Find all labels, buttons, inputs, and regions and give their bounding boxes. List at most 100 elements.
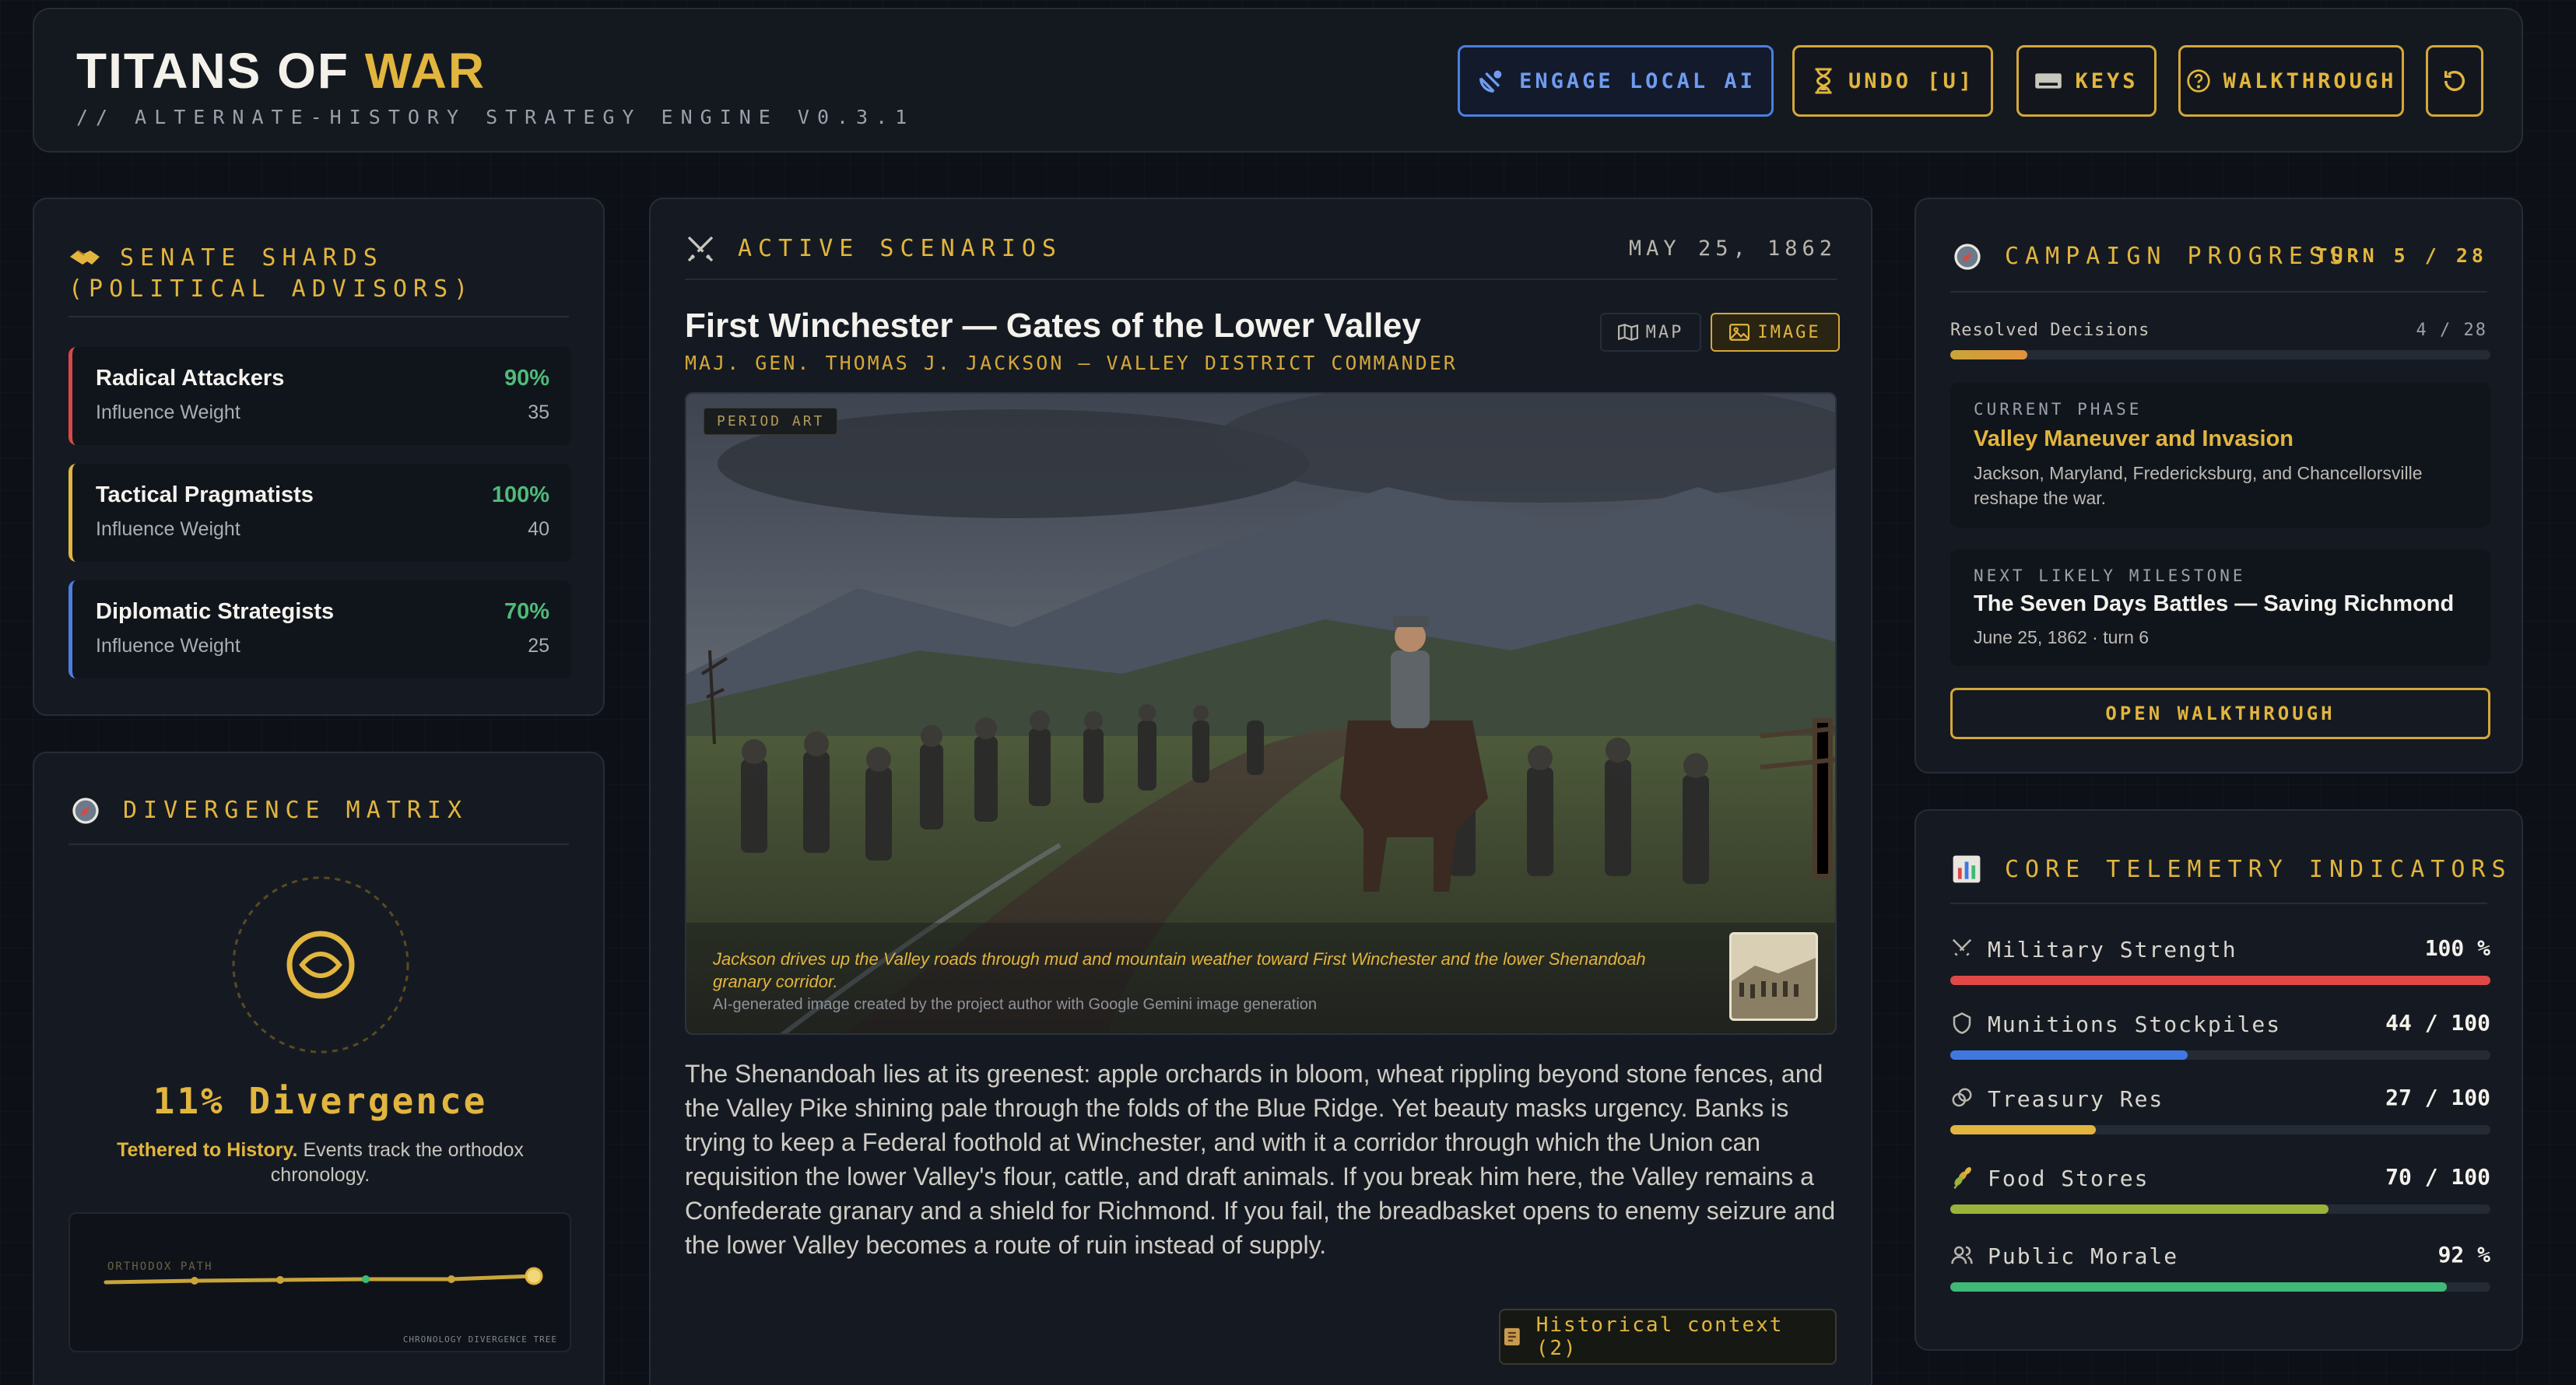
help-circle-icon: [2186, 69, 2210, 93]
telemetry-name: Munitions Stockpiles: [1988, 1012, 2282, 1037]
campaign-panel: CAMPAIGN PROGRESS TURN 5 / 28 Resolved D…: [1914, 198, 2523, 773]
keys-label: KEYS: [2075, 68, 2139, 93]
telemetry-fill: [1950, 1204, 2329, 1214]
telemetry-track: [1950, 1282, 2490, 1292]
telemetry-track: [1950, 1050, 2490, 1060]
walkthrough-label: WALKTHROUGH: [2223, 68, 2397, 93]
divergence-title: DIVERGENCE MATRIX: [123, 797, 469, 824]
scenario-image-art: [686, 394, 1835, 1033]
divergence-panel: DIVERGENCE MATRIX 11% Divergence Tethere…: [33, 752, 605, 1385]
satellite-dish-icon: [1479, 70, 1502, 93]
app-header: TITANS OF WAR // ALTERNATE-HISTORY STRAT…: [33, 8, 2523, 153]
telemetry-fill: [1950, 1282, 2448, 1292]
image-badge: PERIOD ART: [704, 408, 838, 435]
telemetry-value: 27 / 100: [2385, 1085, 2490, 1110]
engage-ai-button[interactable]: ENGAGE LOCAL AI: [1458, 45, 1774, 117]
divergence-tree: ORTHODOX PATH CHRONOLOGY DIVERGENCE TREE: [68, 1212, 571, 1352]
image-icon: [1729, 324, 1750, 341]
next-milestone-card: NEXT LIKELY MILESTONE The Seven Days Bat…: [1950, 549, 2490, 666]
senate-title: SENATE SHARDS (POLITICAL ADVISORS): [68, 244, 475, 303]
scenario-date: MAY 25, 1862: [1628, 237, 1837, 261]
telemetry-track: [1950, 976, 2490, 985]
current-phase-card: CURRENT PHASE Valley Maneuver and Invasi…: [1950, 383, 2490, 528]
crossed-swords-icon: [687, 236, 714, 262]
telemetry-value: 70 / 100: [2385, 1164, 2490, 1190]
reset-button[interactable]: [2426, 45, 2483, 117]
resolved-label: Resolved Decisions: [1950, 321, 2150, 340]
scenario-commander: MAJ. GEN. THOMAS J. JACKSON — VALLEY DIS…: [685, 352, 1458, 374]
telemetry-name: Treasury Res: [1988, 1086, 2164, 1112]
scenarios-divider: [685, 279, 1837, 280]
divergence-tree-caption: CHRONOLOGY DIVERGENCE TREE: [402, 1334, 557, 1345]
advisor-name: Diplomatic Strategists: [96, 599, 335, 624]
senate-divider: [68, 316, 569, 317]
campaign-title: CAMPAIGN PROGRESS: [2005, 243, 2350, 270]
telemetry-name: Public Morale: [1988, 1243, 2179, 1269]
app-title: TITANS OF WAR: [76, 43, 486, 99]
telemetry-public-morale: Public Morale 92 %: [1950, 1236, 2490, 1306]
map-icon: [1617, 324, 1638, 341]
telemetry-panel: CORE TELEMETRY INDICATORS Military Stren…: [1914, 809, 2523, 1351]
bar-chart-icon: [1953, 855, 1981, 883]
divergence-value: 11% Divergence: [153, 1080, 488, 1122]
campaign-turn: TURN 5 / 28: [2315, 244, 2487, 267]
advisor-radical-attackers[interactable]: Radical Attackers Influence Weight 90% 3…: [68, 347, 571, 445]
hourglass-icon: [1815, 68, 1832, 94]
telemetry-food-stores: Food Stores 70 / 100: [1950, 1158, 2490, 1228]
next-milestone-title: The Seven Days Battles — Saving Richmond: [1974, 591, 2455, 616]
telemetry-treasury-res: Treasury Res 27 / 100: [1950, 1078, 2490, 1148]
divergence-status: Tethered to History. Events track the or…: [81, 1138, 560, 1187]
undo-button[interactable]: UNDO [U]: [1792, 45, 1993, 117]
divergence-status-bold: Tethered to History.: [117, 1139, 298, 1161]
advisor-diplomatic-strategists[interactable]: Diplomatic Strategists Influence Weight …: [68, 580, 571, 678]
advisor-name: Tactical Pragmatists: [96, 482, 314, 507]
advisor-pct: 90%: [504, 366, 549, 391]
current-phase-desc: Jackson, Maryland, Fredericksburg, and C…: [1974, 463, 2423, 508]
scenarios-title: ACTIVE SCENARIOS: [738, 235, 1062, 262]
historical-context-label: Historical context (2): [1535, 1313, 1784, 1360]
advisor-weight: 25: [528, 635, 549, 657]
divergence-divider: [68, 843, 569, 845]
engage-ai-label: ENGAGE LOCAL AI: [1519, 68, 1756, 93]
telemetry-track: [1950, 1125, 2490, 1134]
telemetry-munitions-stockpiles: Munitions Stockpiles 44 / 100: [1950, 1004, 2490, 1074]
resolved-track: [1950, 350, 2490, 359]
image-caption: Jackson drives up the Valley roads throu…: [713, 949, 1646, 991]
advisor-tactical-pragmatists[interactable]: Tactical Pragmatists Influence Weight 10…: [68, 464, 571, 562]
telemetry-fill: [1950, 1125, 2097, 1134]
advisor-sub: Influence Weight: [96, 635, 240, 657]
divergence-path-svg: [104, 1267, 543, 1285]
image-toggle-label: IMAGE: [1757, 322, 1821, 342]
scenarios-panel: ACTIVE SCENARIOS MAY 25, 1862 First Winc…: [649, 198, 1872, 1385]
coins-icon: [1952, 1088, 1972, 1107]
advisor-pct: 100%: [491, 482, 549, 507]
image-toggle[interactable]: IMAGE: [1711, 313, 1840, 352]
advisor-pct: 70%: [504, 599, 549, 624]
current-phase-title: Valley Maneuver and Invasion: [1974, 426, 2293, 451]
resolved-fill: [1950, 350, 2028, 359]
map-toggle-label: MAP: [1645, 322, 1684, 342]
people-icon: [1951, 1246, 1973, 1264]
divergence-status-text: Events track the orthodox chronology.: [270, 1139, 524, 1186]
telemetry-value: 100 %: [2424, 935, 2490, 961]
telemetry-value: 92 %: [2437, 1242, 2490, 1268]
telemetry-track: [1950, 1204, 2490, 1214]
compass-icon: [72, 798, 99, 824]
image-thumbnail[interactable]: [1729, 932, 1818, 1021]
next-milestone-label: NEXT LIKELY MILESTONE: [1974, 566, 2246, 585]
shield-icon: [1953, 1012, 1971, 1034]
open-walkthrough-button[interactable]: OPEN WALKTHROUGH: [1950, 688, 2490, 739]
walkthrough-button[interactable]: WALKTHROUGH: [2178, 45, 2404, 117]
keys-button[interactable]: KEYS: [2016, 45, 2157, 117]
scroll-icon: [1504, 1327, 1520, 1346]
telemetry-military-strength: Military Strength 100 %: [1950, 929, 2490, 999]
map-toggle[interactable]: MAP: [1600, 313, 1701, 352]
scenario-title: First Winchester — Gates of the Lower Va…: [685, 307, 1421, 345]
telemetry-name: Military Strength: [1988, 937, 2237, 962]
telemetry-fill: [1950, 1050, 2188, 1060]
image-credit: AI-generated image created by the projec…: [713, 996, 1318, 1013]
historical-context-button[interactable]: Historical context (2): [1499, 1309, 1837, 1365]
keyboard-icon: [2035, 73, 2062, 89]
refresh-icon: [2444, 70, 2465, 91]
advisor-name: Radical Attackers: [96, 366, 285, 391]
